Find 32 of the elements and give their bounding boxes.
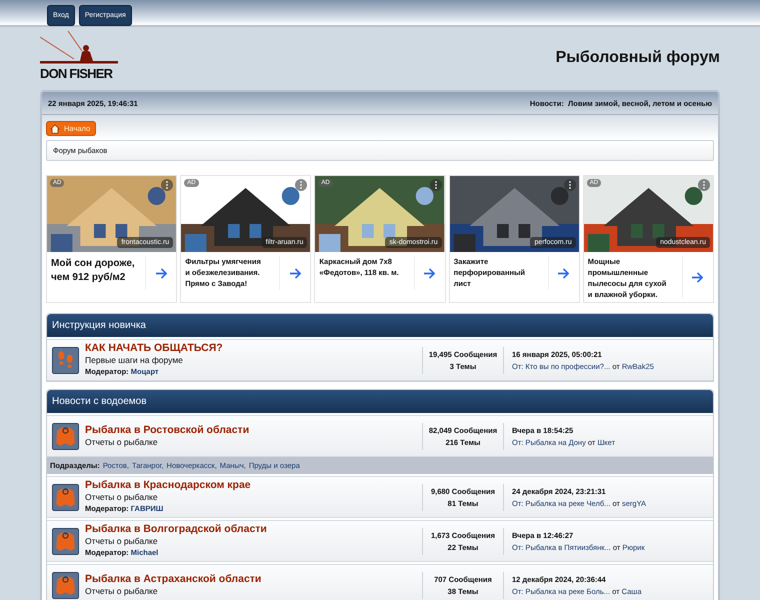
more-icon[interactable] [295, 179, 308, 191]
board-description: Отчеты о рыбалке [85, 491, 159, 503]
logo[interactable]: DON FISHER [40, 31, 118, 80]
board-title-link[interactable]: Рыбалка в Ростовской области [85, 424, 422, 436]
ad-text: Мой сон дороже, чем 912 руб/м2 [50, 257, 136, 285]
logo-text: DON FISHER [40, 67, 114, 80]
vest-icon [52, 572, 79, 598]
board-title-link[interactable]: КАК НАЧАТЬ ОБЩАТЬСЯ? [85, 342, 422, 354]
house-icon [50, 124, 60, 134]
arrow-right-icon[interactable] [423, 268, 436, 278]
board-description: Отчеты о рыбалке [85, 535, 159, 547]
arrow-right-icon[interactable] [288, 268, 302, 278]
board-description: Первые шаги на форуме [85, 354, 184, 366]
more-icon[interactable] [161, 179, 174, 191]
board-title-link[interactable]: Рыбалка в Краснодарском крае [85, 479, 422, 491]
vest-icon [52, 422, 79, 450]
arrow-right-icon[interactable] [557, 268, 570, 278]
more-icon[interactable] [430, 179, 442, 191]
arrow-right-icon[interactable] [691, 272, 704, 282]
board-description: Отчеты о рыбалке [85, 436, 159, 448]
vest-icon [52, 484, 79, 510]
more-icon[interactable] [564, 179, 576, 191]
category-header[interactable]: Новости с водоемов [47, 390, 713, 413]
footprints-icon [52, 346, 79, 374]
vest-icon [52, 528, 79, 554]
more-icon[interactable] [698, 179, 710, 191]
board-title-link[interactable]: Рыбалка в Астраханской области [85, 573, 422, 585]
board-description: Отчеты о рыбалке [85, 585, 159, 597]
site-title: Рыболовный форум [556, 49, 720, 67]
board-title-link[interactable]: Рыбалка в Волгоградской области [85, 523, 422, 535]
category-header[interactable]: Инструкция новичка [47, 314, 713, 337]
arrow-right-icon[interactable] [154, 268, 168, 278]
